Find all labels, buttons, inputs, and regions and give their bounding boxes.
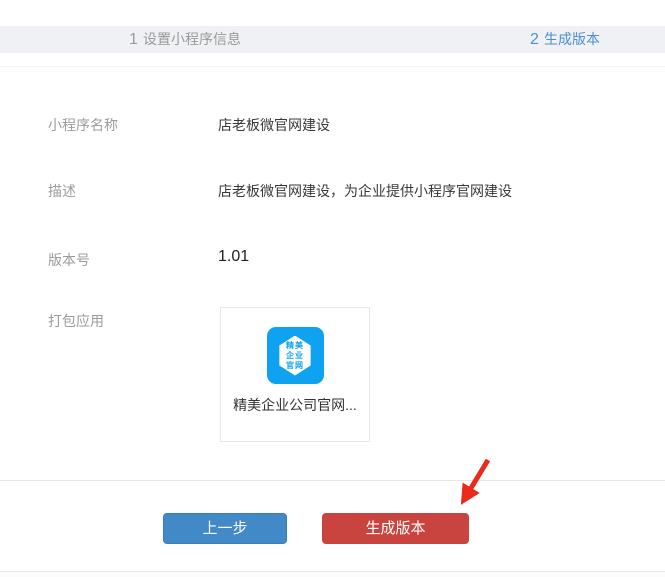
step-1-label: 设置小程序信息	[143, 31, 241, 47]
logo-text-line-3: 官网	[286, 361, 304, 371]
field-value-app-name: 店老板微官网建设	[218, 115, 330, 135]
field-value-description: 店老板微官网建设，为企业提供小程序官网建设	[218, 181, 512, 201]
field-label-version: 版本号	[48, 250, 90, 270]
step-2-number: 2	[530, 31, 539, 48]
bottom-divider	[0, 571, 665, 577]
step-1-number: 1	[129, 31, 138, 48]
field-label-description: 描述	[48, 181, 76, 201]
app-logo-icon: 精美 企业 官网	[267, 327, 324, 384]
mini-program-version-wizard: 1 设置小程序信息 2 生成版本 小程序名称 店老板微官网建设 描述 店老板微官网建…	[0, 0, 665, 577]
app-card-caption: 精美企业公司官网...	[221, 395, 369, 415]
step-2-label: 生成版本	[544, 31, 600, 47]
logo-text-line-1: 精美	[286, 341, 304, 351]
field-value-version: 1.01	[218, 247, 249, 267]
annotation-arrow-icon	[449, 455, 495, 511]
field-label-app-name: 小程序名称	[48, 115, 118, 135]
footer-divider	[0, 480, 665, 481]
step-1-setup-info[interactable]: 1 设置小程序信息	[129, 26, 241, 53]
step-bar: 1 设置小程序信息 2 生成版本	[0, 26, 665, 53]
header-divider	[0, 66, 665, 67]
generate-version-button[interactable]: 生成版本	[322, 513, 469, 544]
field-label-packaged-app: 打包应用	[48, 311, 104, 331]
logo-text-line-2: 企业	[286, 351, 304, 361]
packaged-app-card[interactable]: 精美 企业 官网 精美企业公司官网...	[220, 307, 370, 442]
step-2-generate-version[interactable]: 2 生成版本	[530, 26, 600, 53]
previous-step-button[interactable]: 上一步	[163, 513, 287, 544]
hexagon-logo-shape: 精美 企业 官网	[278, 336, 312, 376]
